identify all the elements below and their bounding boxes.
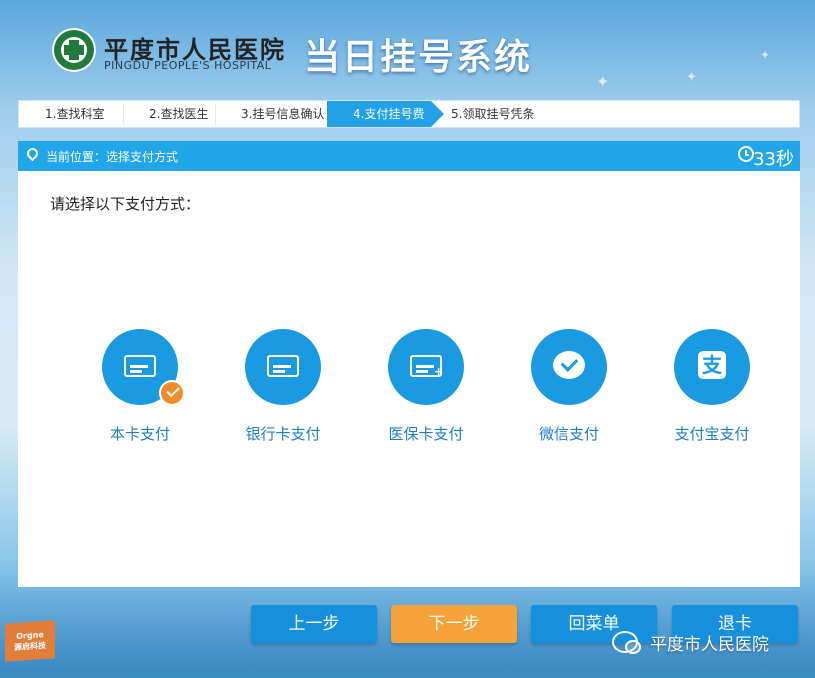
pay-method-bank-card[interactable]: 银行卡支付 xyxy=(213,329,353,444)
pay-method-alipay[interactable]: 支 支付宝支付 xyxy=(642,329,782,444)
step-5: 5.领取挂号凭条 xyxy=(451,107,535,121)
step-2: 2.查找医生 xyxy=(123,101,216,127)
pay-method-medical-insurance[interactable]: + 医保卡支付 xyxy=(356,329,496,444)
system-title: 当日挂号系统 xyxy=(304,37,533,78)
star-icon: ✦ xyxy=(686,70,697,85)
step-progress-bar: 1.查找科室 2.查找医生 3.挂号信息确认 4.支付挂号费 5.领取挂号凭条 xyxy=(18,100,800,128)
countdown-timer: 33秒 xyxy=(753,149,794,170)
hospital-logo xyxy=(52,28,96,72)
star-icon: ✦ xyxy=(760,48,771,62)
payment-prompt: 请选择以下支付方式： xyxy=(50,195,201,213)
location-bar: 当前位置：选择支付方式 33秒 xyxy=(18,141,800,171)
selected-check-icon xyxy=(159,380,185,406)
pay-method-label: 本卡支付 xyxy=(109,425,170,443)
step-3: 3.挂号信息确认 xyxy=(241,107,325,121)
next-step-button[interactable]: 下一步 xyxy=(391,605,517,643)
pay-method-label: 微信支付 xyxy=(538,425,599,443)
payment-methods: 本卡支付 银行卡支付 + 医保卡支付 微信支付 支 支付宝支付 xyxy=(18,329,800,469)
prev-step-button[interactable]: 上一步 xyxy=(251,605,377,643)
hospital-name-en: PINGDU PEOPLE'S HOSPITAL xyxy=(104,59,272,72)
pay-method-wechat[interactable]: 微信支付 xyxy=(499,329,639,444)
wechat-watermark: 平度市人民医院 xyxy=(612,628,769,656)
pay-method-label: 银行卡支付 xyxy=(245,425,321,443)
alarm-clock-icon xyxy=(738,146,754,162)
card-icon[interactable] xyxy=(102,329,185,406)
medical-insurance-card-icon[interactable]: + xyxy=(388,329,464,405)
current-location: 当前位置：选择支付方式 xyxy=(46,150,179,164)
content-panel: 请选择以下支付方式： 本卡支付 银行卡支付 + 医保卡支付 微信支付 支 支付宝… xyxy=(18,171,800,587)
bank-card-icon[interactable] xyxy=(245,329,321,405)
location-pin-icon xyxy=(24,145,41,162)
vendor-logo: Orgne 源启科技 xyxy=(5,620,55,662)
step-4-active: 4.支付挂号费 xyxy=(327,101,444,127)
header: 平度市人民医院 PINGDU PEOPLE'S HOSPITAL 当日挂号系统 … xyxy=(0,0,815,95)
pay-method-label: 支付宝支付 xyxy=(674,425,750,443)
star-icon: ✦ xyxy=(596,72,610,91)
pay-method-label: 医保卡支付 xyxy=(388,425,464,443)
wechat-icon xyxy=(612,631,641,654)
step-1: 1.查找科室 xyxy=(19,101,124,127)
pay-method-own-card[interactable]: 本卡支付 xyxy=(70,329,210,444)
alipay-icon[interactable]: 支 xyxy=(674,329,750,405)
wechat-pay-icon[interactable] xyxy=(531,329,607,405)
